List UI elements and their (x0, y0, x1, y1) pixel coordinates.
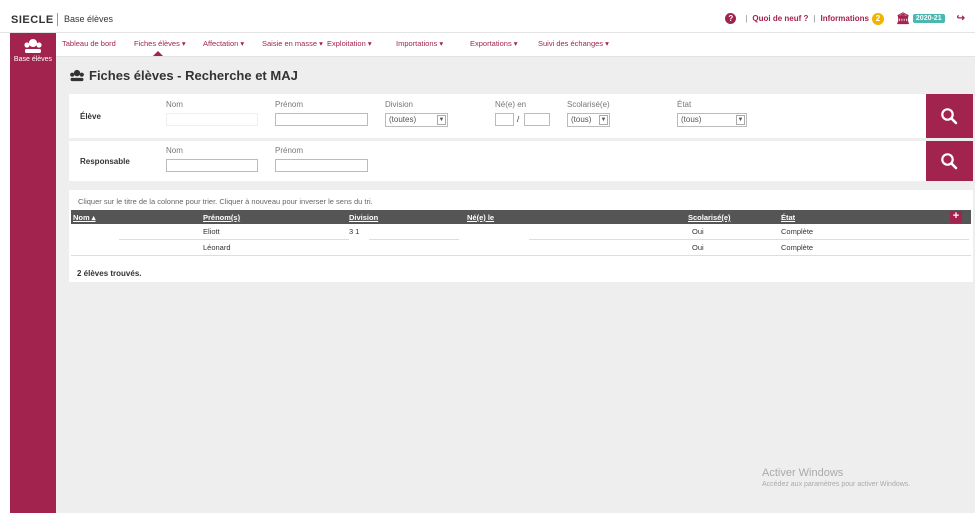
sort-hint: Cliquer sur le titre de la colonne pour … (78, 197, 373, 206)
etat-select[interactable]: (tous) ▼ (677, 113, 747, 127)
cell-prenom: Eliott (203, 227, 220, 236)
search-icon (941, 153, 958, 170)
nav-suivi-des-echanges[interactable]: Suivi des échanges ▾ (538, 39, 609, 48)
top-right-links: ? | Quoi de neuf ? | Informations 2 🏛 20… (725, 12, 965, 25)
chevron-down-icon: ▼ (437, 115, 446, 125)
establishment-icon[interactable]: 🏛 (896, 12, 910, 25)
page-title: Fiches élèves - Recherche et MAJ (89, 68, 298, 83)
eleve-panel-label: Élève (80, 112, 101, 121)
main-nav: Tableau de bord Fiches élèves ▾ Affectat… (56, 33, 975, 57)
division-select[interactable]: (toutes) ▼ (385, 113, 448, 127)
cell-division: 3 1 (349, 227, 360, 236)
row-divider (71, 255, 971, 256)
column-header-etat[interactable]: État (781, 213, 795, 222)
eleve-prenom-input[interactable] (275, 113, 368, 126)
column-header-division[interactable]: Division (349, 213, 378, 222)
division-label: Division (385, 100, 414, 109)
results-count: 2 élèves trouvés. (77, 269, 142, 278)
separator: | (745, 14, 748, 23)
informations-link[interactable]: Informations (820, 14, 868, 23)
results-panel: Cliquer sur le titre de la colonne pour … (69, 190, 973, 282)
main-content: Fiches élèves - Recherche et MAJ Élève N… (56, 57, 975, 513)
cell-etat: Complète (781, 227, 814, 236)
windows-activation-title: Activer Windows (762, 467, 844, 479)
app-name: Base élèves (64, 14, 114, 24)
students-group-icon (70, 69, 84, 82)
nav-tableau-de-bord[interactable]: Tableau de bord (62, 39, 116, 48)
etat-select-value: (tous) (681, 115, 702, 124)
nav-affectation[interactable]: Affectation ▾ (203, 39, 244, 48)
logout-icon[interactable]: ↪ (957, 13, 965, 24)
scolarise-select-value: (tous) (571, 115, 592, 124)
eleve-search-button[interactable] (926, 94, 973, 138)
date-separator: / (517, 115, 520, 124)
scolarise-label: Scolarisé(e) (567, 100, 610, 109)
prenom-label: Prénom (275, 100, 304, 109)
page-header: Fiches élèves - Recherche et MAJ (69, 68, 298, 83)
add-student-button[interactable]: + (950, 211, 962, 223)
responsable-panel-label: Responsable (80, 157, 130, 166)
division-select-value: (toutes) (389, 115, 417, 124)
students-group-icon[interactable] (23, 38, 43, 54)
birth-year-input[interactable] (524, 113, 550, 126)
nav-saisie-en-masse[interactable]: Saisie en masse ▾ (262, 39, 323, 48)
windows-activation-subtitle: Accédez aux paramètres pour activer Wind… (762, 481, 911, 488)
sidebar-item-base-eleves[interactable]: Base élèves (10, 56, 56, 63)
school-year-badge[interactable]: 2020-21 (912, 14, 945, 23)
whats-new-link[interactable]: Quoi de neuf ? (752, 14, 808, 23)
column-header-ne-le[interactable]: Né(e) le (467, 213, 494, 222)
brand-divider (57, 13, 58, 26)
cell-etat: Complète (781, 243, 814, 252)
responsable-search-button[interactable] (926, 141, 973, 181)
nom-label: Nom (166, 146, 183, 155)
cell-prenom: Léonard (203, 243, 231, 252)
cell-scolarise: Oui (692, 243, 704, 252)
responsable-nom-input[interactable] (166, 159, 258, 172)
table-row[interactable]: Léonard Oui Complète (71, 240, 971, 255)
chevron-down-icon: ▼ (736, 115, 745, 125)
help-icon[interactable]: ? (725, 13, 737, 24)
ne-en-label: Né(e) en (495, 100, 527, 109)
prenom-label: Prénom (275, 146, 304, 155)
nav-fiches-eleves[interactable]: Fiches élèves ▾ (134, 39, 186, 48)
column-header-prenom[interactable]: Prénom(s) (203, 213, 240, 222)
responsable-search-panel: Responsable Nom Prénom (69, 141, 973, 181)
results-table-header: Nom ▴ Prénom(s) Division Né(e) le Scolar… (71, 210, 971, 224)
nom-label: Nom (166, 100, 183, 109)
top-bar: SIECLE Base élèves ? | Quoi de neuf ? | … (0, 0, 975, 33)
nav-exportations[interactable]: Exportations ▾ (470, 39, 518, 48)
column-header-nom[interactable]: Nom ▴ (73, 213, 96, 222)
eleve-search-panel: Élève Nom Prénom Division (toutes) ▼ Né(… (69, 94, 973, 138)
table-row[interactable]: Eliott 3 1 Oui Complète (71, 224, 971, 239)
sidebar: Base élèves (10, 33, 56, 513)
brand-logo[interactable]: SIECLE (11, 14, 54, 26)
etat-label: État (677, 100, 692, 109)
responsable-prenom-input[interactable] (275, 159, 368, 172)
chevron-down-icon: ▼ (599, 115, 608, 125)
cell-scolarise: Oui (692, 227, 704, 236)
search-icon (941, 108, 958, 125)
scolarise-select[interactable]: (tous) ▼ (567, 113, 610, 127)
eleve-nom-input[interactable] (166, 113, 258, 126)
nav-importations[interactable]: Importations ▾ (396, 39, 443, 48)
nav-exploitation[interactable]: Exploitation ▾ (327, 39, 372, 48)
separator: | (813, 14, 816, 23)
birth-month-input[interactable] (495, 113, 514, 126)
column-header-scolarise[interactable]: Scolarisé(e) (688, 213, 731, 222)
informations-count-badge: 2 (871, 12, 884, 25)
active-nav-indicator (153, 51, 163, 56)
